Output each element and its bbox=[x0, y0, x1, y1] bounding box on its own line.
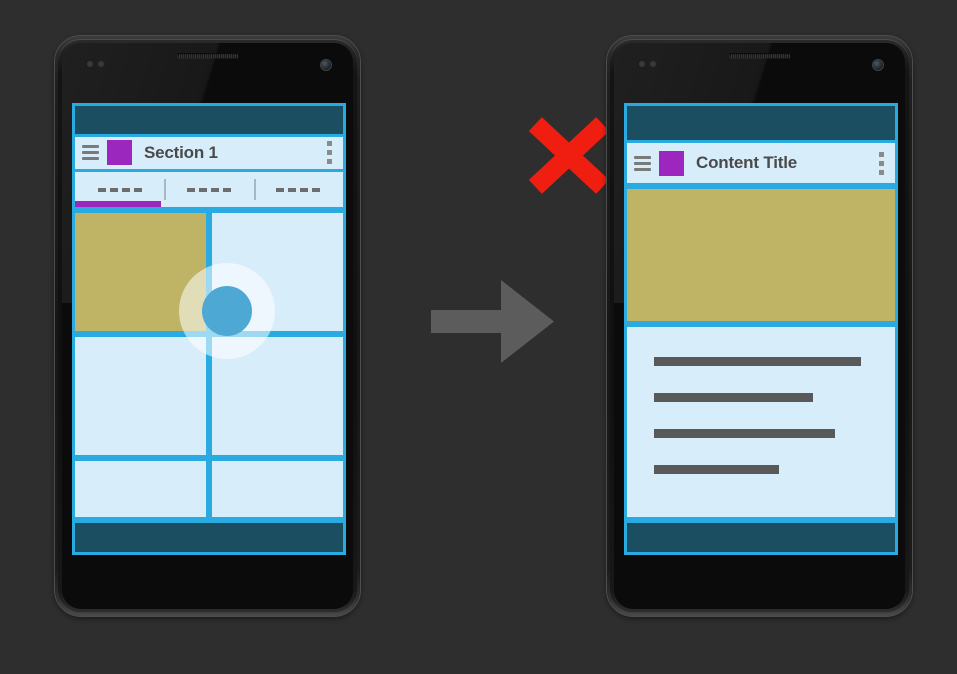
transition-arrow-icon bbox=[431, 280, 554, 363]
app-bar: Section 1 bbox=[72, 136, 346, 173]
hero-image-placeholder bbox=[624, 186, 898, 324]
overflow-menu-icon[interactable] bbox=[327, 141, 332, 165]
tab-item-2[interactable] bbox=[164, 172, 253, 207]
text-line bbox=[654, 357, 862, 366]
proximity-sensor-icon bbox=[639, 61, 656, 67]
grid-row bbox=[72, 210, 346, 335]
app-bar: Content Title bbox=[624, 143, 898, 186]
status-bar bbox=[72, 103, 346, 137]
grid-cell[interactable] bbox=[72, 458, 209, 521]
hamburger-menu-icon[interactable] bbox=[634, 155, 651, 171]
text-line bbox=[654, 429, 835, 438]
red-x-mark bbox=[523, 112, 615, 198]
navigation-bar bbox=[624, 520, 898, 555]
app-screen-right: Content Title bbox=[624, 103, 898, 555]
phone-device-right: Content Title bbox=[607, 36, 912, 616]
grid-cell[interactable] bbox=[209, 334, 346, 459]
grid-row bbox=[72, 334, 346, 459]
tab-bar bbox=[72, 172, 346, 211]
phone-device-left: Section 1 bbox=[55, 36, 360, 616]
status-bar bbox=[624, 103, 898, 143]
overflow-menu-icon[interactable] bbox=[879, 151, 884, 175]
proximity-sensor-icon bbox=[87, 61, 104, 67]
page-title: Content Title bbox=[696, 153, 797, 172]
app-color-swatch bbox=[107, 140, 132, 166]
phone-glass: Content Title bbox=[614, 43, 905, 609]
page-title: Section 1 bbox=[144, 142, 218, 162]
phone-glass: Section 1 bbox=[62, 43, 353, 609]
hamburger-menu-icon[interactable] bbox=[82, 145, 99, 161]
grid-cell[interactable] bbox=[209, 210, 346, 335]
grid-cell[interactable] bbox=[209, 458, 346, 521]
text-line bbox=[654, 465, 780, 474]
tab-label-placeholder bbox=[186, 187, 231, 192]
tab-label-placeholder bbox=[276, 187, 321, 192]
text-line bbox=[654, 393, 814, 402]
grid-row bbox=[72, 458, 346, 521]
tab-label-placeholder bbox=[97, 187, 142, 192]
earpiece-speaker-icon bbox=[176, 53, 239, 58]
app-color-swatch bbox=[659, 150, 684, 176]
app-screen-left: Section 1 bbox=[72, 103, 346, 556]
content-grid bbox=[72, 210, 346, 521]
earpiece-speaker-icon bbox=[728, 53, 791, 58]
detail-text-block bbox=[624, 324, 898, 520]
front-camera-icon bbox=[873, 60, 883, 70]
navigation-bar bbox=[72, 520, 346, 556]
selected-tab-indicator bbox=[75, 201, 161, 208]
page-root: { "background_color": "#2e2e2e", "accent… bbox=[0, 0, 957, 674]
tab-item-3[interactable] bbox=[253, 172, 343, 207]
front-camera-icon bbox=[321, 60, 331, 70]
grid-cell-selected[interactable] bbox=[72, 210, 209, 335]
grid-cell[interactable] bbox=[72, 334, 209, 459]
